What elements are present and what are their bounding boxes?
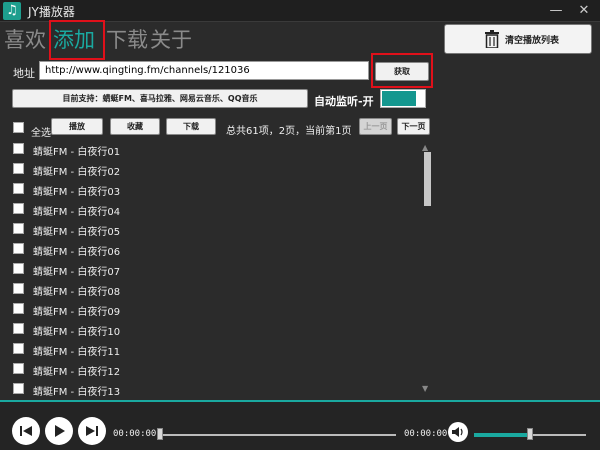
track-checkbox[interactable] xyxy=(13,363,24,374)
track-checkbox[interactable] xyxy=(13,383,24,394)
track-checkbox[interactable] xyxy=(13,343,24,354)
track-checkbox[interactable] xyxy=(13,203,24,214)
auto-monitor-label: 自动监听-开 xyxy=(314,95,374,108)
track-checkbox[interactable] xyxy=(13,243,24,254)
tab-add[interactable]: 添加 xyxy=(53,24,95,54)
play-button[interactable] xyxy=(45,417,73,445)
tab-about[interactable]: 关于 xyxy=(150,24,192,54)
track-name: 蜻蜓FM - 白夜行02 xyxy=(33,167,121,178)
track-row[interactable]: 蜻蜓FM - 白夜行13 xyxy=(0,380,420,396)
previous-track-button[interactable] xyxy=(12,417,40,445)
track-name: 蜻蜓FM - 白夜行04 xyxy=(33,207,121,218)
track-name: 蜻蜓FM - 白夜行03 xyxy=(33,187,121,198)
clear-playlist-label: 清空播放列表 xyxy=(505,36,560,46)
skip-forward-icon xyxy=(86,426,98,436)
track-row[interactable]: 蜻蜓FM - 白夜行03 xyxy=(0,180,420,200)
page-info: 总共61项，2页，当前第1页 xyxy=(226,126,352,137)
track-row[interactable]: 蜻蜓FM - 白夜行09 xyxy=(0,300,420,320)
clear-playlist-button[interactable]: 清空播放列表 xyxy=(444,24,592,54)
scroll-up-arrow-icon[interactable]: ▲ xyxy=(422,143,428,152)
track-row[interactable]: 蜻蜓FM - 白夜行07 xyxy=(0,260,420,280)
list-scrollbar-thumb[interactable] xyxy=(424,152,431,206)
track-row[interactable]: 蜻蜓FM - 白夜行12 xyxy=(0,360,420,380)
track-name: 蜻蜓FM - 白夜行06 xyxy=(33,247,121,258)
track-row[interactable]: 蜻蜓FM - 白夜行06 xyxy=(0,240,420,260)
progress-knob[interactable] xyxy=(157,428,163,440)
track-row[interactable]: 蜻蜓FM - 白夜行02 xyxy=(0,160,420,180)
track-checkbox[interactable] xyxy=(13,143,24,154)
address-label: 地址 xyxy=(13,67,35,80)
player-bar: 00:00:00 00:00:00 xyxy=(0,400,600,450)
track-name: 蜻蜓FM - 白夜行11 xyxy=(33,347,121,358)
window-title: JY播放器 xyxy=(28,5,75,19)
play-icon xyxy=(55,425,65,437)
track-checkbox[interactable] xyxy=(13,323,24,334)
track-checkbox[interactable] xyxy=(13,283,24,294)
track-row[interactable]: 蜻蜓FM - 白夜行04 xyxy=(0,200,420,220)
skip-back-icon xyxy=(20,426,32,436)
favorite-button[interactable]: 收藏 xyxy=(110,118,160,135)
track-name: 蜻蜓FM - 白夜行09 xyxy=(33,307,121,318)
track-row[interactable]: 蜻蜓FM - 白夜行11 xyxy=(0,340,420,360)
supported-sources-button[interactable]: 目前支持：蜻蜓FM、喜马拉雅、网易云音乐、QQ音乐 xyxy=(12,89,308,108)
minimize-button[interactable]: — xyxy=(544,0,568,22)
speaker-icon xyxy=(452,427,463,437)
auto-monitor-toggle[interactable] xyxy=(380,89,426,108)
play-selected-button[interactable]: 播放 xyxy=(51,118,103,135)
select-all-label: 全选 xyxy=(31,128,51,139)
track-row[interactable]: 蜻蜓FM - 白夜行08 xyxy=(0,280,420,300)
current-time: 00:00:00 xyxy=(113,429,157,439)
close-button[interactable]: ✕ xyxy=(572,0,596,22)
title-bar: ♫ JY播放器 — ✕ xyxy=(0,0,600,22)
track-checkbox[interactable] xyxy=(13,303,24,314)
address-input[interactable] xyxy=(39,61,369,80)
next-track-button[interactable] xyxy=(78,417,106,445)
total-time: 00:00:00 xyxy=(404,429,448,439)
music-note-icon: ♫ xyxy=(3,2,21,20)
track-name: 蜻蜓FM - 白夜行07 xyxy=(33,267,121,278)
track-name: 蜻蜓FM - 白夜行05 xyxy=(33,227,121,238)
track-row[interactable]: 蜻蜓FM - 白夜行10 xyxy=(0,320,420,340)
track-name: 蜻蜓FM - 白夜行10 xyxy=(33,327,121,338)
track-name: 蜻蜓FM - 白夜行13 xyxy=(33,387,121,396)
next-page-button[interactable]: 下一页 xyxy=(397,118,430,135)
track-name: 蜻蜓FM - 白夜行01 xyxy=(33,147,121,158)
volume-knob[interactable] xyxy=(527,428,533,440)
trash-icon xyxy=(485,30,499,48)
track-checkbox[interactable] xyxy=(13,163,24,174)
download-button[interactable]: 下载 xyxy=(166,118,216,135)
tab-favorites[interactable]: 喜欢 xyxy=(4,24,46,54)
track-list: 蜻蜓FM - 白夜行01 蜻蜓FM - 白夜行02 蜻蜓FM - 白夜行03 蜻蜓FM… xyxy=(0,140,420,396)
select-all-checkbox[interactable] xyxy=(13,122,24,133)
progress-track[interactable] xyxy=(160,434,396,436)
track-row[interactable]: 蜻蜓FM - 白夜行05 xyxy=(0,220,420,240)
track-checkbox[interactable] xyxy=(13,183,24,194)
volume-fill xyxy=(474,433,530,437)
track-checkbox[interactable] xyxy=(13,223,24,234)
track-name: 蜻蜓FM - 白夜行12 xyxy=(33,367,121,378)
prev-page-button[interactable]: 上一页 xyxy=(359,118,392,135)
track-checkbox[interactable] xyxy=(13,263,24,274)
scroll-down-arrow-icon[interactable]: ▼ xyxy=(422,384,428,393)
fetch-button[interactable]: 获取 xyxy=(375,62,429,81)
toggle-fill xyxy=(382,91,416,106)
track-row[interactable]: 蜻蜓FM - 白夜行01 xyxy=(0,140,420,160)
tab-download[interactable]: 下载 xyxy=(106,24,148,54)
track-name: 蜻蜓FM - 白夜行08 xyxy=(33,287,121,298)
volume-button[interactable] xyxy=(448,422,468,442)
